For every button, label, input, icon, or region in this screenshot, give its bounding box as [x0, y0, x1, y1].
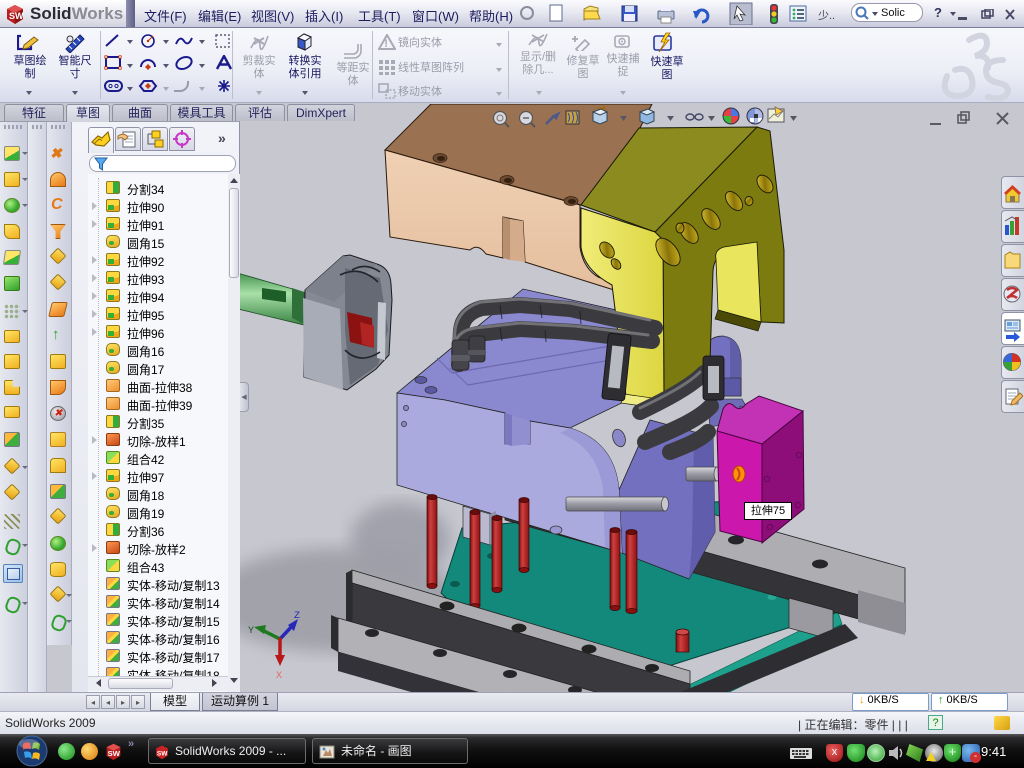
svg-text:SW: SW	[9, 11, 24, 21]
svg-text:Z: Z	[294, 611, 300, 622]
svg-text:SW: SW	[107, 749, 120, 758]
svg-text:SW: SW	[157, 751, 168, 758]
svg-text:Y: Y	[248, 626, 254, 637]
svg-text:少..: 少..	[818, 9, 835, 22]
svg-text:!: !	[384, 38, 388, 50]
svg-text:X: X	[276, 671, 282, 682]
